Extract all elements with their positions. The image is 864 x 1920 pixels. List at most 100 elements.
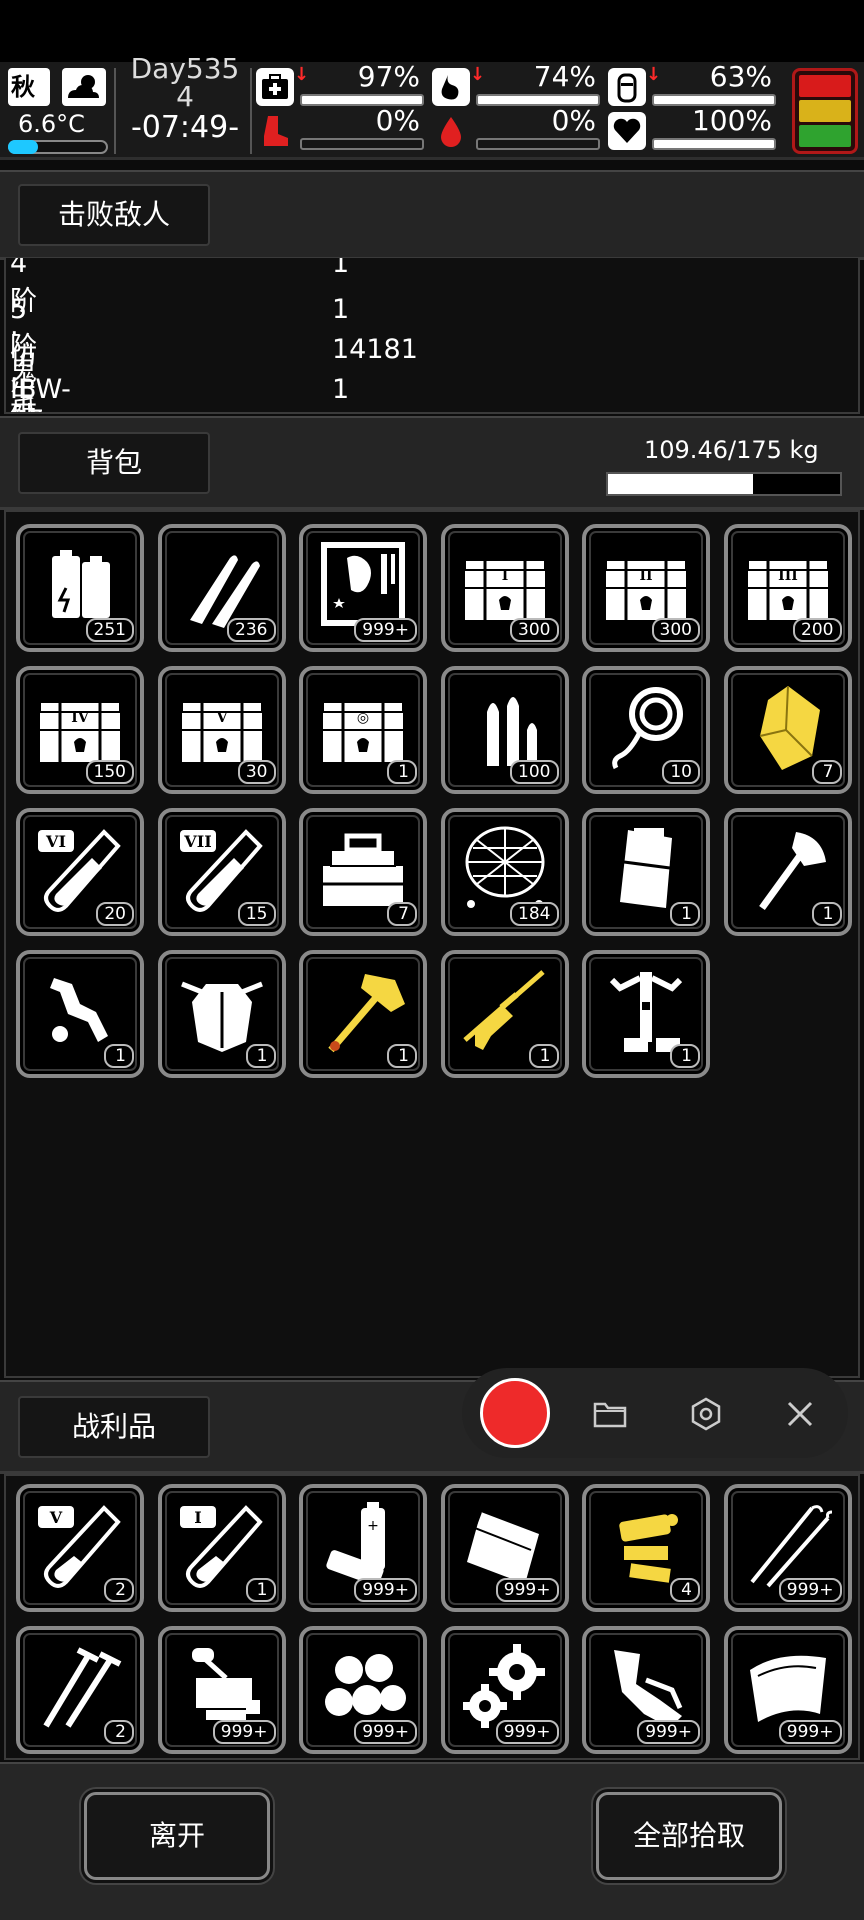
svg-text:V: V <box>215 710 228 726</box>
toolbox-icon <box>323 833 403 906</box>
leave-button[interactable]: 离开 <box>84 1792 270 1880</box>
case-icon <box>620 828 672 908</box>
metal-scraps-icon <box>614 1650 683 1728</box>
cloudy-sun-icon <box>62 68 106 106</box>
backpack-item-slot[interactable]: 10 <box>582 666 710 794</box>
exoskeleton-icon <box>609 972 683 1052</box>
svg-text:I: I <box>194 1508 201 1527</box>
loot-item-slot[interactable]: 999+ <box>723 1626 852 1754</box>
loot-item-slot[interactable]: 4 <box>582 1484 710 1612</box>
backpack-item-slot[interactable]: 100 <box>440 666 569 794</box>
backpack-item-slot[interactable]: 1 <box>299 950 427 1078</box>
golden-sniper-icon <box>462 970 545 1050</box>
tab-backpack[interactable]: 背包 <box>18 432 210 494</box>
item-count: 200 <box>793 618 842 642</box>
batteries-icon: + <box>326 1502 385 1586</box>
item-count: 999+ <box>354 1578 417 1602</box>
medkit-icon <box>256 68 294 106</box>
loot-item-slot[interactable]: 999+ <box>440 1626 569 1754</box>
backpack-item-slot[interactable]: 1 <box>723 808 852 936</box>
item-count: 999+ <box>212 1720 276 1744</box>
cloth-icon <box>749 1655 826 1722</box>
bullets-icon <box>189 555 260 628</box>
injury-stat: 0% <box>256 104 424 152</box>
decreasing-arrow-icon: ↓ <box>646 64 662 85</box>
record-button[interactable] <box>480 1378 550 1448</box>
backpack-item-slot[interactable]: VII 15 <box>157 808 286 936</box>
item-count: 300 <box>510 618 559 642</box>
svg-text:+: + <box>367 1518 379 1534</box>
tab-defeated-enemies[interactable]: 击败敌人 <box>18 184 210 246</box>
enemy-count: 1 <box>332 374 350 405</box>
backpack-item-slot[interactable]: 236 <box>157 524 286 652</box>
weight-bar-fill <box>608 474 754 494</box>
loot-item-slot[interactable]: +999+ <box>299 1484 427 1612</box>
rifle-ammo-icon <box>486 697 537 766</box>
item-count: 2 <box>104 1720 134 1744</box>
item-count: 4 <box>670 1578 700 1602</box>
mood-bar <box>652 138 776 150</box>
item-count: 251 <box>85 618 134 642</box>
backpack-item-slot[interactable]: 251 <box>16 524 144 652</box>
backpack-item-slot[interactable]: 999+ <box>299 524 427 652</box>
backpack-item-slot[interactable]: 1 <box>582 808 710 936</box>
loot-item-slot[interactable]: 999+ <box>440 1484 569 1612</box>
backpack-item-slot[interactable]: ◎ 1 <box>299 666 427 794</box>
item-count: 1 <box>104 1044 134 1068</box>
day-clock: Day535 4 -07:49- <box>120 54 250 158</box>
axe-icon <box>758 832 826 911</box>
loot-item-slot[interactable]: 2 <box>16 1626 144 1754</box>
item-count: 150 <box>85 760 134 784</box>
backpack-item-slot[interactable]: 184 <box>440 808 569 936</box>
backpack-item-slot[interactable]: 1 <box>157 950 286 1078</box>
thirst-stat: ↓ 63% <box>608 60 776 108</box>
backpack-item-slot[interactable]: II 300 <box>582 524 710 652</box>
backpack-item-slot[interactable]: VI 20 <box>16 808 144 936</box>
mechanical-arm-icon <box>50 978 108 1042</box>
backpack-item-slot[interactable]: IV 150 <box>16 666 144 794</box>
loot-item-slot[interactable]: 999+ <box>582 1626 710 1754</box>
crate-tier2-icon: II <box>605 559 687 620</box>
crate-special-icon: ◎ <box>322 701 404 762</box>
loot-item-slot[interactable]: I1 <box>157 1484 286 1612</box>
loot-item-slot[interactable]: 999+ <box>157 1626 286 1754</box>
backpack-item-slot[interactable]: 7 <box>299 808 427 936</box>
loot-item-slot[interactable]: 999+ <box>723 1484 852 1612</box>
backpack-item-slot[interactable]: 1 <box>16 950 144 1078</box>
item-count: 1 <box>670 1044 700 1068</box>
loot-item-slot[interactable]: V2 <box>16 1484 144 1612</box>
temperature-value: 6.6°C <box>18 110 85 138</box>
backpack-item-slot[interactable]: V 30 <box>157 666 286 794</box>
golden-hammer-icon <box>328 974 405 1053</box>
backpack-item-slot[interactable]: III 200 <box>723 524 852 652</box>
potion-v-icon: V <box>38 1505 121 1588</box>
decreasing-arrow-icon: ↓ <box>294 64 310 85</box>
loot-item-slot[interactable]: 999+ <box>299 1626 427 1754</box>
backpack-panel: 251 236 999+ I 300 II 300 III 200 IV 150 V 30 ◎ 1 100 10… <box>4 510 860 1378</box>
battery-icon <box>52 550 110 618</box>
take-all-button[interactable]: 全部拾取 <box>596 1792 782 1880</box>
cotton-icon <box>325 1654 406 1716</box>
tab-loot[interactable]: 战利品 <box>18 1396 210 1458</box>
mood-stat: 100% <box>608 104 776 152</box>
svg-text:IV: IV <box>71 710 90 726</box>
gold-crystal-icon <box>759 685 820 770</box>
enemy-name: IBW-37 攻城巨兽 <box>10 374 71 412</box>
backpack-item-slot[interactable]: 1 <box>582 950 710 1078</box>
danger-red <box>799 75 851 97</box>
close-icon[interactable] <box>782 1396 818 1432</box>
potion-vi-icon: VI <box>38 829 121 912</box>
backpack-item-slot[interactable]: 7 <box>723 666 852 794</box>
injury-bar <box>300 138 424 150</box>
danger-level-indicator[interactable] <box>792 68 858 154</box>
item-count: 999+ <box>637 1720 700 1744</box>
rope-icon <box>612 687 683 770</box>
folder-icon[interactable] <box>592 1396 628 1432</box>
settings-hexagon-icon[interactable] <box>688 1396 724 1432</box>
defeated-enemy-list[interactable]: 4阶·鬼爪 1 5阶·触手尸爵 1 仿生侦查鼠 14181 IBW-37 攻城巨… <box>4 258 860 414</box>
backpack-item-slot[interactable]: I 300 <box>440 524 569 652</box>
backpack-item-slot[interactable]: 1 <box>440 950 569 1078</box>
net-icon <box>465 826 544 908</box>
item-count: 7 <box>811 760 842 784</box>
poster-icon <box>321 542 405 626</box>
